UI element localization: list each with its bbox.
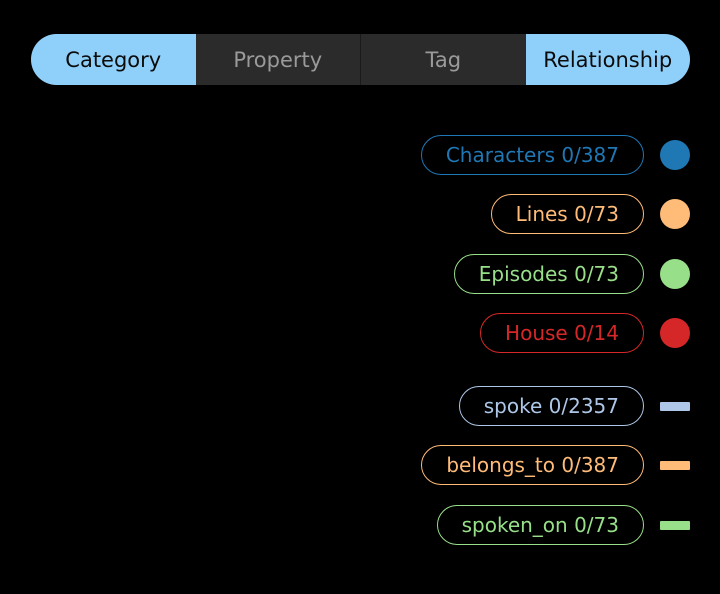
tab-category[interactable]: Category xyxy=(31,34,196,85)
legend-item-belongs-to: belongs_to 0/387 xyxy=(421,444,690,486)
circle-marker-icon xyxy=(660,140,690,170)
line-marker-icon xyxy=(660,520,690,530)
legend-marker xyxy=(660,199,690,229)
legend-pill[interactable]: Lines 0/73 xyxy=(490,194,644,234)
graph-legend-panel: Category Property Tag Relationship Chara… xyxy=(0,0,720,594)
legend-marker xyxy=(660,391,690,421)
legend-item-spoken-on: spoken_on 0/73 xyxy=(436,504,690,546)
legend-pill[interactable]: spoken_on 0/73 xyxy=(436,505,644,545)
legend-item-episodes: Episodes 0/73 xyxy=(453,253,690,295)
legend: Characters 0/387 Lines 0/73 Episodes 0/7… xyxy=(290,0,690,594)
legend-item-characters: Characters 0/387 xyxy=(420,134,690,176)
legend-marker xyxy=(660,450,690,480)
legend-marker xyxy=(660,140,690,170)
line-marker-icon xyxy=(660,401,690,411)
legend-pill[interactable]: spoke 0/2357 xyxy=(458,386,644,426)
circle-marker-icon xyxy=(660,199,690,229)
legend-pill[interactable]: House 0/14 xyxy=(480,313,644,353)
legend-marker xyxy=(660,510,690,540)
legend-pill[interactable]: Characters 0/387 xyxy=(420,135,644,175)
circle-marker-icon xyxy=(660,259,690,289)
legend-pill[interactable]: Episodes 0/73 xyxy=(453,254,644,294)
line-marker-icon xyxy=(660,460,690,470)
legend-item-spoke: spoke 0/2357 xyxy=(458,385,690,427)
legend-marker xyxy=(660,318,690,348)
legend-pill[interactable]: belongs_to 0/387 xyxy=(421,445,644,485)
legend-marker xyxy=(660,259,690,289)
legend-item-house: House 0/14 xyxy=(480,312,690,354)
circle-marker-icon xyxy=(660,318,690,348)
legend-item-lines: Lines 0/73 xyxy=(490,193,690,235)
